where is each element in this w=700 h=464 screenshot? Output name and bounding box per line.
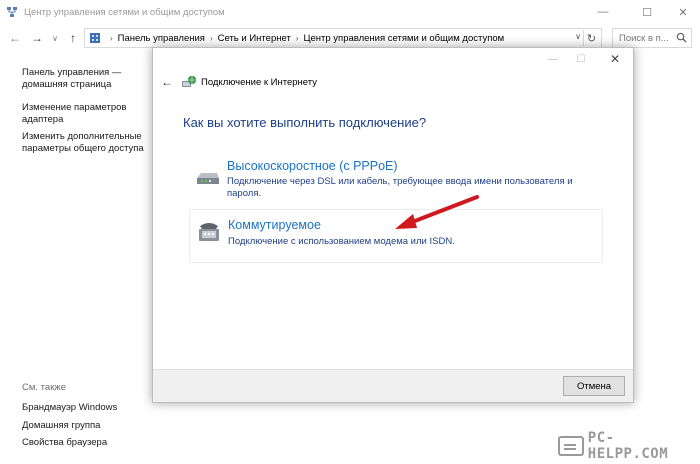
dialup-phone-icon <box>199 223 219 241</box>
globe-network-icon <box>182 75 197 87</box>
control-panel-home-link[interactable]: Панель управления — домашняя страница <box>22 67 121 91</box>
dialog-heading: Как вы хотите выполнить подключение? <box>183 115 427 130</box>
site-watermark: PC-HELPP.COM <box>558 430 694 462</box>
watermark-text: PC-HELPP.COM <box>587 430 669 462</box>
breadcrumb-network-center[interactable]: Центр управления сетями и общим доступом <box>303 33 504 44</box>
broadband-option-title: Высокоскоростное (с PPPoE) <box>227 159 398 173</box>
monitor-logo-icon <box>558 436 584 456</box>
search-icon <box>676 32 687 43</box>
search-placeholder: Поиск в п... <box>619 32 669 44</box>
dialog-maximize-button[interactable]: ☐ <box>567 52 595 66</box>
breadcrumb-control-panel[interactable]: Панель управления <box>118 33 205 44</box>
dialog-title: Подключение к Интернету <box>201 77 317 88</box>
advanced-sharing-settings-link[interactable]: Изменить дополнительные параметры общего… <box>22 131 144 155</box>
address-bar[interactable]: › Панель управления › Сеть и Интернет › … <box>84 28 602 48</box>
up-button[interactable]: ↑ <box>64 29 82 47</box>
minimize-button[interactable]: — <box>584 0 622 24</box>
refresh-button[interactable]: ↻ <box>583 30 599 46</box>
cancel-button[interactable]: Отмена <box>563 376 625 396</box>
browser-properties-link[interactable]: Свойства браузера <box>22 437 107 449</box>
address-dropdown-icon[interactable]: ∨ <box>575 32 581 41</box>
broadband-modem-icon <box>197 173 219 184</box>
breadcrumb-separator: › <box>110 33 113 43</box>
dialog-close-button[interactable]: ✕ <box>601 52 629 66</box>
dialup-option-title: Коммутируемое <box>228 218 321 232</box>
annotation-arrow <box>395 195 479 229</box>
dialup-option-description: Подключение с использованием модема или … <box>228 236 455 247</box>
search-input[interactable]: Поиск в п... <box>612 28 692 48</box>
network-center-icon <box>7 7 17 17</box>
dialog-back-button[interactable]: ← <box>159 74 175 90</box>
breadcrumb-separator: › <box>209 33 213 43</box>
close-button[interactable]: ✕ <box>664 0 700 24</box>
breadcrumb-network-internet[interactable]: Сеть и Интернет <box>218 33 291 44</box>
forward-button[interactable]: → <box>28 29 46 47</box>
maximize-button[interactable]: ☐ <box>628 0 666 24</box>
breadcrumb-separator: › <box>295 33 299 43</box>
windows-firewall-link[interactable]: Брандмауэр Windows <box>22 402 117 414</box>
change-adapter-settings-link[interactable]: Изменение параметров адаптера <box>22 102 126 126</box>
back-button[interactable]: ← <box>6 29 24 47</box>
homegroup-link[interactable]: Домашняя группа <box>22 420 100 432</box>
window-title: Центр управления сетями и общим доступом <box>24 6 225 18</box>
recent-locations-dropdown[interactable]: ∨ <box>46 29 64 47</box>
connect-internet-dialog: — ☐ ✕ ← Подключение к Интернету Как вы х… <box>152 47 634 403</box>
control-panel-icon <box>90 33 100 43</box>
dialog-footer: Отмена <box>153 369 633 402</box>
see-also-label: См. также <box>22 382 66 393</box>
dialog-minimize-button[interactable]: — <box>539 52 567 66</box>
